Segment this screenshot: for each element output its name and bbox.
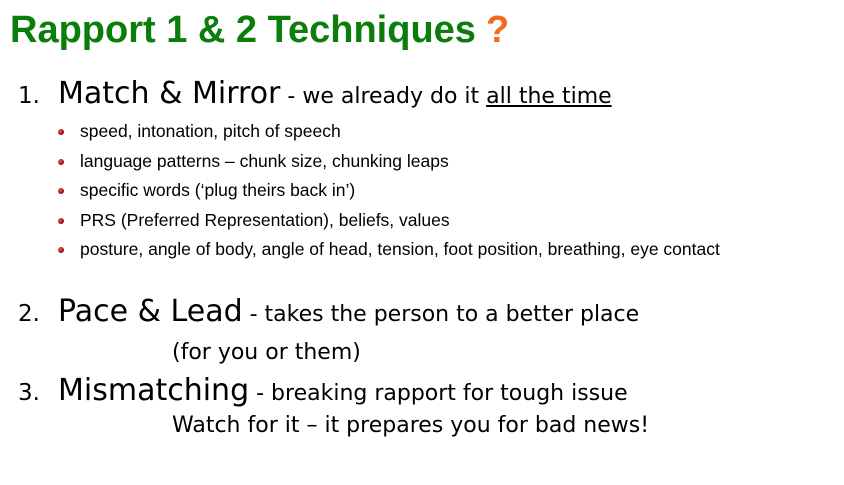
title-text: Rapport 1 & 2 Techniques (10, 9, 476, 51)
bullet-icon (58, 129, 64, 135)
item-heading: Pace & Lead (58, 294, 243, 329)
bullet-icon (58, 247, 64, 253)
bullet-icon (58, 188, 64, 194)
item-subline: (for you or them) (172, 340, 361, 365)
bullet-icon (58, 158, 64, 165)
item-subline: Watch for it – it prepares you for bad n… (172, 413, 650, 438)
item-number: 2. (18, 301, 40, 327)
item-number: 3. (18, 380, 40, 406)
item-mismatching: 3. Mismatching - breaking rapport for tou… (18, 373, 628, 408)
match-mirror-bullet-list: speed, intonation, pitch of speech langu… (58, 118, 720, 266)
slide: Rapport 1 & 2 Techniques? 1. Match & Mirr… (0, 0, 844, 485)
item-number: 1. (18, 83, 40, 109)
bullet-item: PRS (Preferred Representation), beliefs,… (58, 207, 720, 237)
bullet-text: specific words (‘plug theirs back in’) (80, 180, 356, 200)
item-heading: Match & Mirror (58, 76, 281, 111)
bullet-text: posture, angle of body, angle of head, t… (80, 239, 720, 259)
item-description: - breaking rapport for tough issue (249, 381, 628, 406)
bullet-item: speed, intonation, pitch of speech (58, 118, 720, 148)
bullet-text: PRS (Preferred Representation), beliefs,… (80, 209, 450, 230)
item-description: - we already do it all the time (280, 84, 611, 109)
item-description-underlined: all the time (486, 84, 612, 109)
bullet-text: speed, intonation, pitch of speech (80, 121, 341, 141)
bullet-text: language patterns – chunk size, chunking… (80, 150, 449, 171)
item-description-text: - we already do it (280, 84, 487, 109)
bullet-item: language patterns – chunk size, chunking… (58, 148, 720, 178)
slide-title: Rapport 1 & 2 Techniques? (10, 8, 509, 52)
item-pace-lead: 2. Pace & Lead - takes the person to a be… (18, 294, 639, 329)
item-heading: Mismatching (58, 373, 250, 408)
bullet-item: specific words (‘plug theirs back in’) (58, 177, 720, 207)
item-match-mirror: 1. Match & Mirror - we already do it all … (18, 76, 612, 111)
item-description: - takes the person to a better place (242, 302, 640, 327)
question-mark: ? (485, 9, 510, 51)
bullet-icon (58, 217, 64, 224)
bullet-item: posture, angle of body, angle of head, t… (58, 236, 720, 266)
